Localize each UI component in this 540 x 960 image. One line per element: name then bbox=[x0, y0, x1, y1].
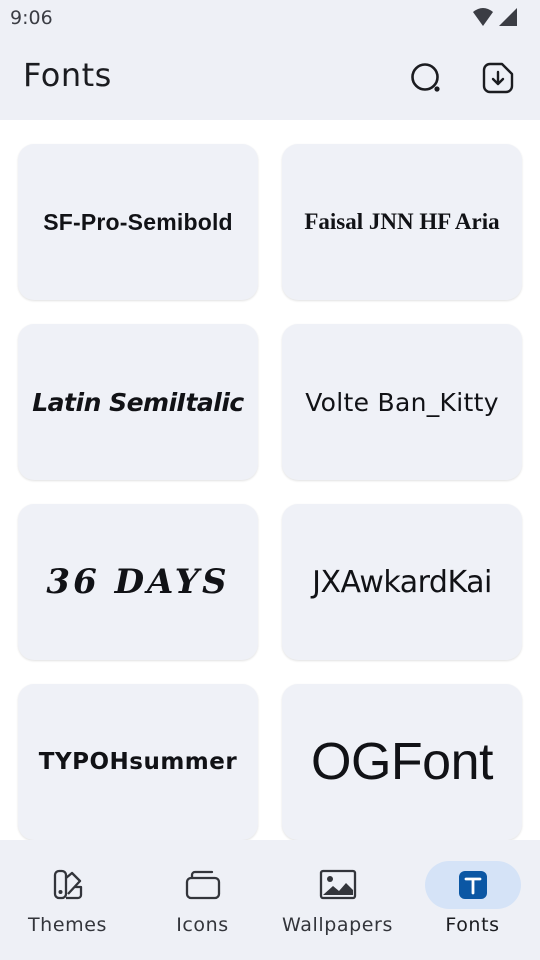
font-name: TYPOHsummer bbox=[38, 749, 238, 775]
nav-item-fonts[interactable]: Fonts bbox=[405, 840, 540, 960]
icons-icon bbox=[185, 870, 221, 900]
nav-indicator bbox=[20, 861, 116, 909]
search-button[interactable] bbox=[408, 60, 444, 96]
font-card[interactable]: JXAwkardKai bbox=[282, 504, 522, 660]
nav-indicator bbox=[290, 861, 386, 909]
download-icon bbox=[482, 62, 514, 94]
nav-indicator-active bbox=[425, 861, 521, 909]
nav-label: Wallpapers bbox=[282, 914, 393, 936]
downloads-button[interactable] bbox=[480, 60, 516, 96]
status-icons bbox=[472, 7, 520, 29]
font-name: JXAwkardKai bbox=[312, 564, 492, 600]
font-card[interactable]: 36 DAYS bbox=[18, 504, 258, 660]
font-card[interactable]: Volte Ban_Kitty bbox=[282, 324, 522, 480]
top-app-bar: Fonts bbox=[0, 36, 540, 120]
nav-label: Themes bbox=[27, 914, 108, 936]
font-name: Latin SemiItalic bbox=[32, 387, 244, 417]
font-name: OGFont bbox=[311, 733, 493, 791]
wallpaper-icon bbox=[319, 869, 357, 900]
font-card[interactable]: OGFont bbox=[282, 684, 522, 840]
bottom-navigation: Themes Icons Wallpapers Fonts bbox=[0, 840, 540, 960]
signal-icon bbox=[499, 8, 517, 26]
font-name: Faisal JNN HF Aria bbox=[304, 209, 500, 234]
nav-label: Icons bbox=[176, 914, 229, 936]
nav-item-themes[interactable]: Themes bbox=[0, 840, 135, 960]
font-card[interactable]: Latin SemiItalic bbox=[18, 324, 258, 480]
status-time: 9:06 bbox=[10, 7, 53, 29]
page-title: Fonts bbox=[23, 56, 112, 94]
themes-icon bbox=[53, 869, 83, 900]
status-bar: 9:06 bbox=[0, 0, 540, 36]
font-card[interactable]: SF-Pro-Semibold bbox=[18, 144, 258, 300]
nav-item-icons[interactable]: Icons bbox=[135, 840, 270, 960]
nav-item-wallpapers[interactable]: Wallpapers bbox=[270, 840, 405, 960]
font-name: SF-Pro-Semibold bbox=[43, 208, 233, 235]
nav-label: Fonts bbox=[445, 914, 500, 936]
wifi-icon bbox=[473, 8, 493, 26]
fonts-icon bbox=[459, 871, 487, 899]
nav-indicator bbox=[155, 861, 251, 909]
search-icon bbox=[411, 63, 440, 92]
font-grid[interactable]: SF-Pro-Semibold Faisal JNN HF Aria Latin… bbox=[0, 120, 540, 840]
font-card[interactable]: TYPOHsummer bbox=[18, 684, 258, 840]
font-name: Volte Ban_Kitty bbox=[305, 387, 499, 417]
font-name: 36 DAYS bbox=[46, 562, 230, 602]
font-card[interactable]: Faisal JNN HF Aria bbox=[282, 144, 522, 300]
